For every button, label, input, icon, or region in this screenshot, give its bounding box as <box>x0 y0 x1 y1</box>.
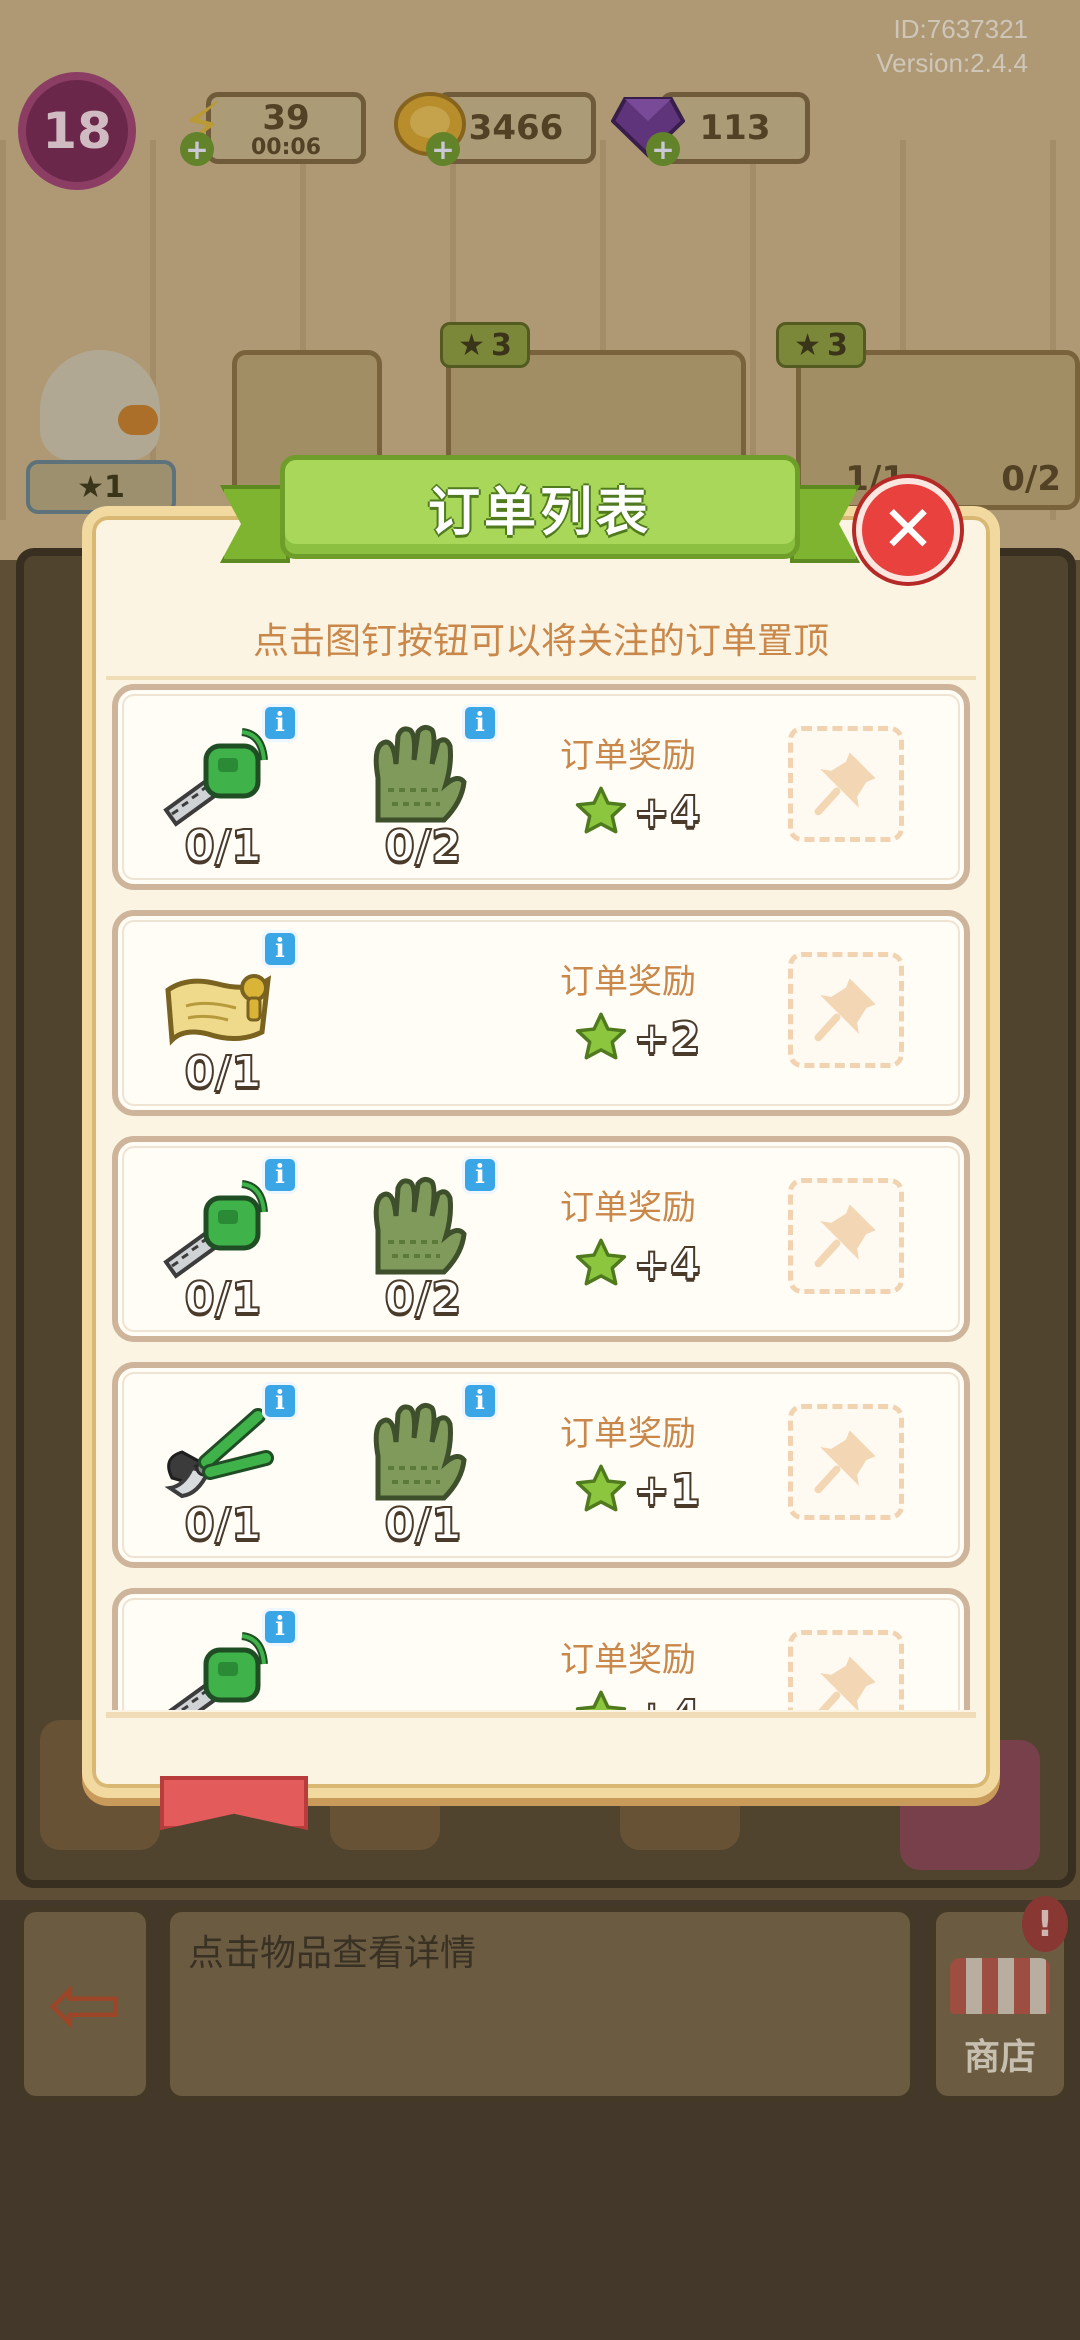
reward-amount: +1 <box>632 1464 701 1517</box>
order-item[interactable]: i 0/1 <box>148 930 298 1099</box>
reward-label: 订单奖励 <box>560 1414 696 1454</box>
reward-amount: +4 <box>632 1690 701 1711</box>
item-count: 0/2 <box>383 820 462 873</box>
order-item[interactable]: i 0/1 <box>348 1382 498 1551</box>
order-item[interactable]: i 0/2 <box>348 704 498 873</box>
order-list[interactable]: i 0/1 i 0/2 订单奖励 +4 i 0/1 订单奖励 +2 i 0/1 i 0/2 订单奖励 +4 i 0… <box>106 680 976 1710</box>
ribbon-body: 订单列表 <box>280 455 800 559</box>
modal-title: 订单列表 <box>427 482 652 543</box>
reward-label: 订单奖励 <box>560 1188 696 1228</box>
item-count: 0/1 <box>383 1498 462 1551</box>
reward-value: +4 <box>558 1234 718 1294</box>
item-count: 0/1 <box>183 1272 262 1325</box>
pin-button[interactable] <box>788 952 904 1068</box>
info-icon[interactable]: i <box>262 1608 298 1646</box>
reward-amount: +4 <box>632 786 701 839</box>
modal-title-ribbon: 订单列表 <box>220 455 860 573</box>
order-item[interactable]: i 0/2 <box>348 1156 498 1325</box>
reward-value: +2 <box>558 1008 718 1068</box>
glove-icon <box>358 1402 478 1512</box>
order-row: i 0/1 订单奖励 +2 <box>112 910 970 1116</box>
star-icon <box>575 1011 627 1065</box>
chainsaw-icon <box>158 1176 278 1286</box>
pushpin-icon <box>809 1197 883 1275</box>
modal-bottom-divider <box>106 1712 976 1718</box>
star-icon <box>575 785 627 839</box>
chainsaw-icon <box>158 724 278 834</box>
order-row: i 0/1 i 0/1 订单奖励 +1 <box>112 1362 970 1568</box>
info-icon[interactable]: i <box>462 704 498 742</box>
reward-value: +4 <box>558 1686 718 1710</box>
info-icon[interactable]: i <box>262 930 298 968</box>
reward-label: 订单奖励 <box>560 962 696 1002</box>
pushpin-icon <box>809 745 883 823</box>
item-count: 0/2 <box>383 1272 462 1325</box>
order-item[interactable]: i 0/1 <box>148 1382 298 1551</box>
order-item[interactable]: i <box>148 1608 298 1710</box>
pushpin-icon <box>809 971 883 1049</box>
pushpin-icon <box>809 1649 883 1710</box>
close-button[interactable]: ✕ <box>856 478 960 582</box>
info-icon[interactable]: i <box>262 1156 298 1194</box>
order-row: i 0/1 i 0/2 订单奖励 +4 <box>112 1136 970 1342</box>
order-row: i 订单奖励 +4 <box>112 1588 970 1710</box>
order-row: i 0/1 i 0/2 订单奖励 +4 <box>112 684 970 890</box>
reward-value: +1 <box>558 1460 718 1520</box>
reward-amount: +4 <box>632 1238 701 1291</box>
info-icon[interactable]: i <box>462 1382 498 1420</box>
info-icon[interactable]: i <box>462 1156 498 1194</box>
pruning-shears-icon <box>158 1402 278 1512</box>
info-icon[interactable]: i <box>262 704 298 742</box>
star-icon <box>575 1463 627 1517</box>
order-item[interactable]: i 0/1 <box>148 704 298 873</box>
reward-amount: +2 <box>632 1012 701 1065</box>
item-count: 0/1 <box>183 1046 262 1099</box>
info-icon[interactable]: i <box>262 1382 298 1420</box>
reward-label: 订单奖励 <box>560 1640 696 1680</box>
reward-label: 订单奖励 <box>560 736 696 776</box>
glove-icon <box>358 724 478 834</box>
item-count: 0/1 <box>183 820 262 873</box>
pushpin-icon <box>809 1423 883 1501</box>
item-count: 0/1 <box>183 1498 262 1551</box>
star-icon <box>575 1237 627 1291</box>
order-item[interactable]: i 0/1 <box>148 1156 298 1325</box>
modal-hint: 点击图钉按钮可以将关注的订单置顶 <box>252 621 829 662</box>
pin-button[interactable] <box>788 1404 904 1520</box>
scroll-icon <box>158 950 278 1060</box>
glove-icon <box>358 1176 478 1286</box>
star-icon <box>575 1689 627 1710</box>
close-icon: ✕ <box>881 493 935 567</box>
pin-button[interactable] <box>788 1630 904 1710</box>
pin-button[interactable] <box>788 1178 904 1294</box>
pin-button[interactable] <box>788 726 904 842</box>
chainsaw-icon <box>158 1628 278 1710</box>
reward-value: +4 <box>558 782 718 842</box>
